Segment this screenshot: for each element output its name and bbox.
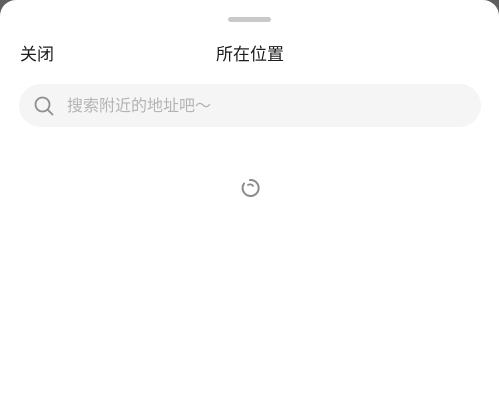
search-input[interactable] xyxy=(67,84,467,127)
page-title: 所在位置 xyxy=(216,45,284,65)
loading-spinner-icon xyxy=(241,178,260,197)
search-bar[interactable] xyxy=(19,84,481,127)
search-icon xyxy=(34,96,54,116)
location-picker-sheet: 关闭 所在位置 xyxy=(0,0,499,419)
close-button[interactable]: 关闭 xyxy=(20,43,54,67)
drag-handle[interactable] xyxy=(228,17,271,22)
